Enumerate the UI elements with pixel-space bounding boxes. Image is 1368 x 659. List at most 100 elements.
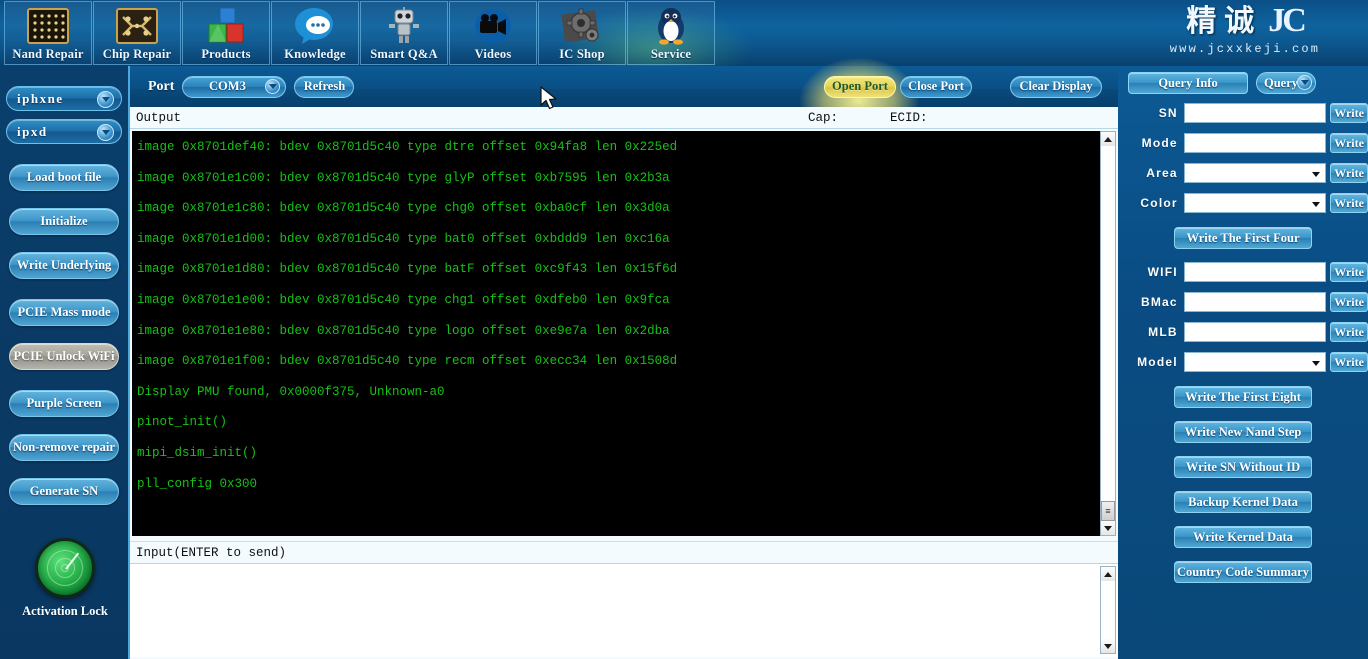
device-model-select-2[interactable]: ipxd (6, 119, 122, 144)
sidebar-button-initialize[interactable]: Initialize (9, 208, 119, 235)
action-button-backup-kernel-data[interactable]: Backup Kernel Data (1174, 491, 1312, 513)
robot-icon (389, 7, 419, 43)
open-port-group: Open Port Close Port (800, 57, 972, 144)
sidebar-button-pcie-mass-mode[interactable]: PCIE Mass mode (9, 299, 119, 326)
nav-label: Products (201, 47, 251, 61)
console-line: mipi_dsim_init() (137, 445, 258, 460)
fields-group-second-four: WIFI Write BMac Write MLB Write Model Write (1118, 261, 1368, 373)
speech-bubble-icon (295, 8, 333, 44)
brand-chinese-name: 精诚 (1186, 5, 1263, 38)
action-button-write-new-nand-step[interactable]: Write New Nand Step (1174, 421, 1312, 443)
refresh-button[interactable]: Refresh (294, 75, 355, 98)
chevron-down-icon[interactable] (97, 124, 114, 141)
clear-display-button[interactable]: Clear Display (1010, 75, 1102, 98)
port-label: Port (148, 78, 175, 94)
sidebar-button-non-remove-repair[interactable]: Non-remove repair (9, 434, 119, 461)
nav-item-chip-repair[interactable]: Chip Repair (93, 1, 181, 65)
action-button-write-kernel-data[interactable]: Write Kernel Data (1174, 526, 1312, 548)
gears-icon (561, 8, 599, 43)
radar-lock-icon[interactable] (35, 538, 95, 598)
sidebar-button-pcie-unlock-wifi[interactable]: PCIE Unlock WiFi (9, 343, 119, 370)
field-row-mode: Mode Write (1118, 132, 1368, 154)
select-area[interactable] (1183, 163, 1327, 183)
write-first-eight-button[interactable]: Write The First Eight (1174, 386, 1312, 408)
left-sidebar: iphxne ipxd Load boot file Initialize Wr… (0, 66, 130, 659)
device-model-select-1[interactable]: iphxne (6, 86, 122, 111)
field-label: MLB (1148, 325, 1178, 339)
device-model-value-1: iphxne (17, 90, 64, 106)
field-label: BMac (1140, 295, 1178, 309)
nav-item-videos[interactable]: Videos (449, 1, 537, 65)
console-scroll-thumb[interactable]: ≡ (1101, 501, 1115, 521)
field-label: WIFI (1147, 265, 1178, 279)
circuit-chip-icon (116, 8, 158, 44)
close-port-button[interactable]: Close Port (900, 75, 972, 98)
scroll-down-arrow-icon[interactable] (1101, 639, 1115, 653)
input-wifi[interactable] (1183, 262, 1327, 282)
chevron-down-icon[interactable] (97, 91, 114, 108)
scroll-up-arrow-icon[interactable] (1101, 132, 1115, 146)
console-line: image 0x8701e1d00: bdev 0x8701d5c40 type… (137, 231, 670, 246)
query-info-button[interactable]: Query Info (1128, 72, 1248, 94)
field-row-bmac: BMac Write (1118, 291, 1368, 313)
command-input-area[interactable] (130, 563, 1118, 657)
scroll-down-arrow-icon[interactable] (1101, 521, 1115, 535)
select-color[interactable] (1183, 193, 1327, 213)
nav-item-service[interactable]: Service (627, 1, 715, 65)
input-scrollbar[interactable] (1100, 566, 1116, 654)
write-button-sn[interactable]: Write (1330, 103, 1368, 123)
input-sn[interactable] (1183, 103, 1327, 123)
query-select[interactable]: Query (1256, 72, 1316, 94)
chevron-down-icon[interactable] (1297, 75, 1312, 90)
nav-item-smart-qa[interactable]: Smart Q&A (360, 1, 448, 65)
nav-item-products[interactable]: Products (182, 1, 270, 65)
top-navigation-bar: Nand Repair Chip Repair Products Knowled… (0, 0, 1368, 66)
input-mlb[interactable] (1183, 322, 1327, 342)
console-line: pinot_init() (137, 415, 228, 430)
nav-label: Nand Repair (12, 47, 84, 61)
sidebar-button-write-underlying[interactable]: Write Underlying (9, 252, 119, 279)
action-button-write-sn-without-id[interactable]: Write SN Without ID (1174, 456, 1312, 478)
fields-group-first-four: SN Write Mode Write Area Write Color Write (1118, 102, 1368, 214)
field-row-sn: SN Write (1118, 102, 1368, 124)
sidebar-button-load-boot-file[interactable]: Load boot file (9, 164, 119, 191)
input-scroll-track[interactable] (1101, 581, 1115, 639)
write-button-color[interactable]: Write (1330, 193, 1368, 213)
sidebar-button-generate-sn[interactable]: Generate SN (9, 478, 119, 505)
nav-label: Service (650, 47, 692, 61)
console-output[interactable]: image 0x8701def40: bdev 0x8701d5c40 type… (132, 131, 1101, 536)
write-first-four-button[interactable]: Write The First Four (1174, 227, 1312, 249)
sidebar-button-purple-screen[interactable]: Purple Screen (9, 390, 119, 417)
console-line: Display PMU found, 0x0000f375, Unknown-a… (137, 384, 445, 399)
action-button-country-code-summary[interactable]: Country Code Summary (1174, 561, 1312, 583)
write-button-bmac[interactable]: Write (1330, 292, 1368, 312)
input-mode[interactable] (1183, 133, 1327, 153)
open-port-button[interactable]: Open Port (824, 75, 896, 98)
port-select[interactable]: COM3 (182, 75, 287, 98)
activation-lock-section[interactable]: Activation Lock (0, 538, 130, 619)
write-button-mlb[interactable]: Write (1330, 322, 1368, 342)
device-model-value-2: ipxd (17, 123, 48, 139)
nav-item-knowledge[interactable]: Knowledge (271, 1, 359, 65)
console-scrollbar[interactable]: ≡ (1100, 131, 1116, 536)
chevron-down-icon[interactable] (265, 78, 281, 94)
application-window: Nand Repair Chip Repair Products Knowled… (0, 0, 1368, 659)
field-label: Mode (1141, 136, 1178, 150)
nav-item-nand-repair[interactable]: Nand Repair (4, 1, 92, 65)
write-button-wifi[interactable]: Write (1330, 262, 1368, 282)
write-button-model[interactable]: Write (1330, 352, 1368, 372)
console-line: image 0x8701e1e00: bdev 0x8701d5c40 type… (137, 292, 670, 307)
console-line: image 0x8701e1c80: bdev 0x8701d5c40 type… (137, 201, 670, 216)
brand-jc-mark: JC (1268, 2, 1307, 39)
field-row-area: Area Write (1118, 162, 1368, 184)
output-header-bar: Output Cap: ECID: (130, 107, 1118, 129)
nav-item-ic-shop[interactable]: IC Shop (538, 1, 626, 65)
write-button-mode[interactable]: Write (1330, 133, 1368, 153)
console-line: pll_config 0x300 (137, 476, 258, 491)
console-scroll-track[interactable]: ≡ (1101, 146, 1115, 521)
brand-website-url: www.jcxxkeji.com (1169, 42, 1321, 56)
input-bmac[interactable] (1183, 292, 1327, 312)
select-model[interactable] (1183, 352, 1327, 372)
write-button-area[interactable]: Write (1330, 163, 1368, 183)
scroll-up-arrow-icon[interactable] (1101, 567, 1115, 581)
